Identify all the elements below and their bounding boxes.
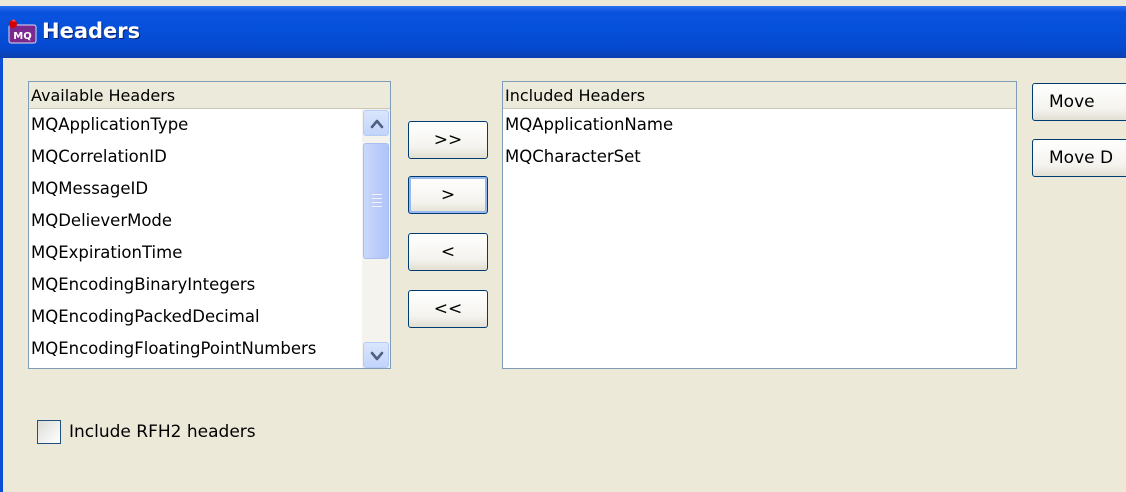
available-headers-label: Available Headers — [29, 82, 390, 109]
scroll-grip-line — [372, 202, 382, 203]
scroll-grip-line — [372, 206, 382, 207]
mq-app-icon: MQ — [8, 19, 38, 45]
scroll-grip-line — [372, 194, 382, 195]
remove-all-button[interactable]: << — [408, 290, 488, 328]
available-headers-items[interactable]: MQApplicationType MQCorrelationID MQMess… — [29, 109, 360, 368]
scroll-up-button[interactable] — [363, 110, 389, 136]
available-scrollbar[interactable] — [362, 109, 390, 368]
title-bar[interactable]: MQ Headers — [0, 6, 1126, 58]
headers-dialog: MQ Headers Available Headers MQApplicati… — [0, 0, 1126, 492]
list-item[interactable]: MQEncodingBinaryIntegers — [29, 269, 360, 301]
included-headers-label: Included Headers — [503, 82, 1016, 109]
include-rfh2-checkbox[interactable] — [37, 420, 61, 444]
list-item[interactable]: MQCharacterSet — [503, 141, 1016, 173]
list-item[interactable]: MQMessageID — [29, 173, 360, 205]
included-headers-items[interactable]: MQApplicationName MQCharacterSet — [503, 109, 1016, 368]
list-item[interactable]: MQEncodingFloatingPointNumbers — [29, 333, 360, 365]
add-all-button[interactable]: >> — [408, 121, 488, 159]
scroll-down-button[interactable] — [363, 342, 389, 368]
window-border-left — [0, 58, 3, 492]
include-rfh2-label: Include RFH2 headers — [69, 422, 256, 442]
add-button[interactable]: > — [408, 176, 488, 214]
scroll-grip-line — [372, 198, 382, 199]
list-item[interactable]: MQCorrelationID — [29, 141, 360, 173]
mq-icon-text: MQ — [13, 31, 31, 42]
window-title: Headers — [42, 19, 141, 43]
remove-button[interactable]: < — [408, 233, 488, 271]
chevron-down-icon — [370, 351, 384, 361]
move-down-button[interactable]: Move D — [1032, 139, 1126, 177]
chevron-up-icon — [370, 119, 384, 129]
list-item[interactable]: MQExpirationTime — [29, 237, 360, 269]
list-item[interactable]: MQEncodingPackedDecimal — [29, 301, 360, 333]
included-headers-list[interactable]: Included Headers MQApplicationName MQCha… — [502, 81, 1017, 369]
scroll-thumb[interactable] — [363, 143, 389, 259]
list-item[interactable]: MQDelieverMode — [29, 205, 360, 237]
list-item[interactable]: MQApplicationType — [29, 109, 360, 141]
list-item[interactable]: MQApplicationName — [503, 109, 1016, 141]
move-up-button[interactable]: Move — [1032, 83, 1126, 121]
available-headers-list[interactable]: Available Headers MQApplicationType MQCo… — [28, 81, 391, 369]
